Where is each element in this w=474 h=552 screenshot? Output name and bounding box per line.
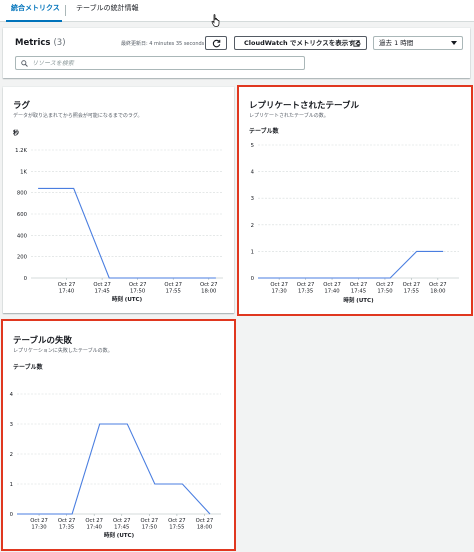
y-tick-label: 1.2K	[15, 148, 27, 154]
x-tick-label: Oct 27 18:00	[200, 282, 218, 295]
tab-bar: 統合メトリクス テーブルの統計情報	[0, 0, 474, 22]
y-tick-label: 0	[251, 276, 255, 282]
x-axis-title: 時刻 (UTC)	[112, 295, 143, 303]
y-tick-label: 2	[251, 223, 254, 229]
x-tick-label: Oct 27 17:40	[85, 518, 103, 531]
x-tick-label: Oct 27 17:40	[323, 282, 341, 295]
x-tick-label: Oct 27 17:55	[168, 518, 186, 531]
series-line	[38, 187, 216, 279]
y-tick-label: 3	[10, 422, 13, 428]
y-tick-label: 2	[10, 452, 13, 458]
y-tick-label: 600	[17, 212, 28, 218]
mouse-cursor-icon	[211, 14, 220, 27]
failed-tables-line-chart: 0 1 2 3 4 Oct 27 17:30 Oct 27 17:35 Oct 27 17:40 Oc…	[10, 392, 221, 539]
view-in-cloudwatch-button[interactable]: CloudWatch でメトリクスを表示する	[234, 36, 367, 50]
y-tick-label: 1K	[20, 169, 27, 175]
y-tick-label: 4	[251, 170, 255, 176]
replicated-tables-line-chart: 0 1 2 3 4 5 Oct 27 17:30 Oct 27 17:35 Oct 27 17:40 O…	[251, 143, 459, 304]
y-tick-label: 0	[10, 512, 14, 518]
y-tick-label: 400	[17, 233, 28, 239]
lag-chart-panel: ラグ データが取り込まれてから照会が可能になるまでのラグ。 秒 0 200 400 6…	[3, 87, 234, 313]
search-icon	[21, 60, 28, 67]
y-tick-label: 800	[17, 191, 28, 197]
x-tick-label: Oct 27 17:45	[350, 282, 368, 295]
x-tick-label: Oct 27 17:45	[93, 282, 111, 295]
resource-search[interactable]	[15, 56, 305, 70]
tab-combined-metrics[interactable]: 統合メトリクス	[6, 0, 62, 22]
y-tick-label: 5	[251, 143, 254, 149]
tab-divider	[65, 5, 66, 16]
search-input[interactable]	[32, 58, 302, 68]
metrics-count: (3)	[53, 38, 66, 48]
x-tick-label: Oct 27 17:55	[164, 282, 182, 295]
lag-line-chart: 0 200 400 600 800 1K 1.2K Oct 27 17:40 Oct 27 17:4…	[15, 148, 223, 303]
x-tick-label: Oct 27 17:30	[270, 282, 288, 295]
refresh-icon	[212, 39, 221, 48]
refresh-button[interactable]	[205, 36, 227, 50]
tab-table-statistics[interactable]: テーブルの統計情報	[76, 0, 139, 22]
y-tick-label: 200	[17, 255, 28, 261]
page-title: Metrics (3)	[15, 38, 66, 48]
series-line	[258, 250, 444, 279]
y-tick-label: 4	[10, 392, 14, 398]
x-axis-title: 時刻 (UTC)	[104, 531, 135, 539]
view-in-cloudwatch-label: CloudWatch でメトリクスを表示する	[244, 39, 362, 47]
y-tick-label: 3	[251, 196, 254, 202]
x-tick-label: Oct 27 18:00	[429, 282, 447, 295]
series-line	[17, 423, 211, 515]
metrics-header-panel: Metrics (3) 最終更新日: 4 minutes 35 seconds …	[3, 28, 470, 78]
caret-down-icon	[451, 41, 457, 45]
last-updated-text: 最終更新日: 4 minutes 35 seconds	[121, 41, 205, 47]
x-tick-label: Oct 27 17:45	[113, 518, 131, 531]
x-tick-label: Oct 27 17:35	[297, 282, 315, 295]
x-tick-label: Oct 27 17:40	[58, 282, 76, 295]
external-link-icon	[353, 40, 360, 47]
metrics-title-text: Metrics	[15, 38, 51, 48]
x-tick-label: Oct 27 17:50	[129, 282, 147, 295]
x-tick-label: Oct 27 17:55	[403, 282, 421, 295]
y-tick-label: 0	[24, 276, 28, 282]
x-tick-label: Oct 27 17:30	[30, 518, 48, 531]
time-range-value: 過去 1 時間	[379, 39, 414, 47]
replicated-tables-chart-panel: レプリケートされたテーブル レプリケートされたテーブルの数。 テーブル数 012…	[237, 85, 473, 316]
x-tick-label: Oct 27 17:35	[58, 518, 76, 531]
x-axis-title: 時刻 (UTC)	[343, 296, 374, 304]
x-tick-label: Oct 27 18:00	[196, 518, 214, 531]
x-tick-label: Oct 27 17:50	[376, 282, 394, 295]
failed-tables-chart-panel: テーブルの失敗 レプリケーションに失敗したテーブルの数。 テーブル数 01234…	[1, 319, 236, 551]
time-range-select[interactable]: 過去 1 時間	[373, 36, 463, 50]
y-tick-label: 1	[10, 482, 13, 488]
x-tick-label: Oct 27 17:50	[141, 518, 159, 531]
y-tick-label: 1	[251, 249, 254, 255]
